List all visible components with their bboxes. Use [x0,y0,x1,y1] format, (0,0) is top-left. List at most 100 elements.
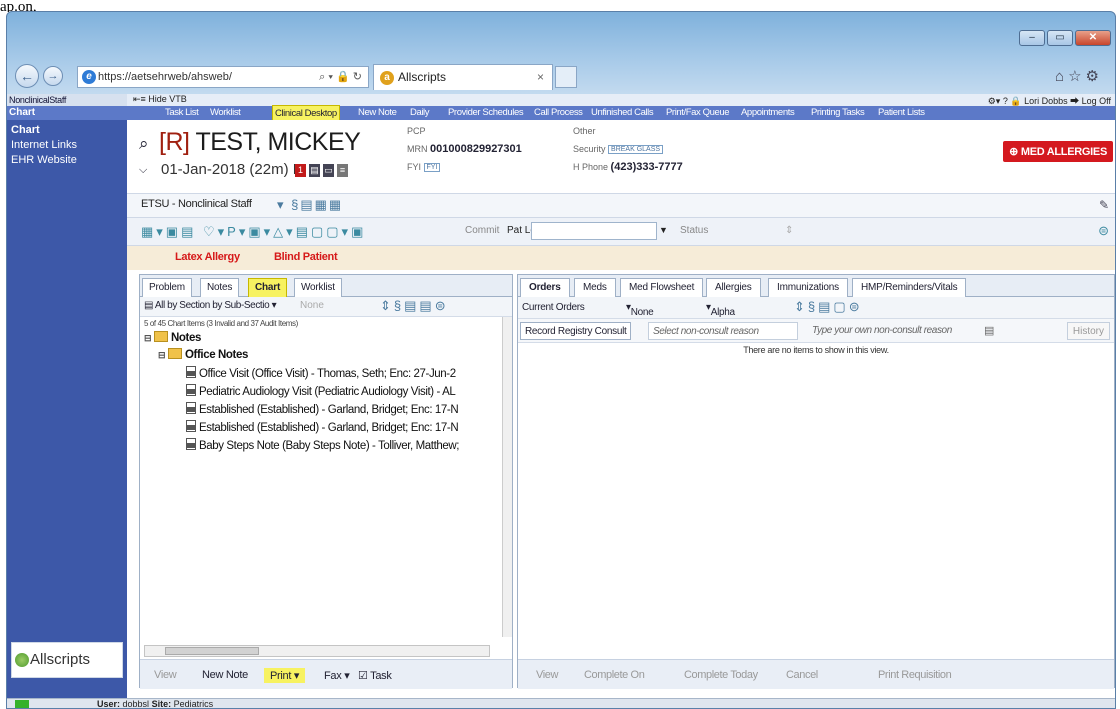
orders-filter-icons[interactable]: ⇕§▤▢⊜ [794,299,863,315]
sort-select[interactable]: ▾ Alpha [706,302,735,318]
chart-filter-icons[interactable]: ⇕§▤▤⊜ [380,298,449,314]
complete-on-button[interactable]: Complete On [584,669,645,681]
list-item[interactable]: Pediatric Audiology Visit (Pediatric Aud… [186,384,456,398]
list-item[interactable]: Baby Steps Note (Baby Steps Note) - Toll… [186,438,459,452]
view-select[interactable]: ▤ All by Section by Sub-Sectio ▾ [144,300,277,311]
tab-meds[interactable]: Meds [574,278,616,297]
restore-button[interactable]: ▭ [1047,30,1073,46]
menu-patient-lists[interactable]: Patient Lists [878,107,925,118]
address-bar[interactable]: e https://aetsehrweb/ahsweb/ ⌕ ▾ 🔒 ↻ [77,66,369,88]
menu-task-list[interactable]: Task List [165,107,199,118]
restricted-badge-icon[interactable]: 1 [295,164,306,177]
non-consult-reason-select[interactable]: Select non-consult reason [648,322,798,340]
orders-select[interactable]: Current Orders [522,302,585,313]
log-off-icon[interactable]: ⮕ [1070,96,1079,106]
security-box[interactable]: BREAK GLASS [608,145,664,155]
tab-problem[interactable]: Problem [142,278,192,297]
commit-button[interactable]: Commit [465,225,499,236]
back-button[interactable]: ← [15,64,39,88]
list-item[interactable]: Established (Established) - Garland, Bri… [186,420,459,434]
menu-clinical-desktop[interactable]: Clinical Desktop [272,105,340,121]
history-button[interactable]: History [1066,322,1110,340]
new-tab-button[interactable] [555,66,577,88]
org-select[interactable]: ETSU - Nonclinical Staff [141,198,252,210]
task-button[interactable]: ☑ Task [358,669,392,682]
print-button[interactable]: Print ▾ [264,668,306,683]
complete-today-button[interactable]: Complete Today [684,669,758,681]
none-select[interactable]: ▾ None [626,302,654,318]
printer-icon[interactable]: ▭ [323,164,334,177]
hide-vtb-button[interactable]: ⇤≡ Hide VTB [133,94,187,105]
view-button[interactable]: View [154,669,177,681]
fax-button[interactable]: Fax ▾ [324,669,350,682]
menu-daily[interactable]: Daily [410,107,430,118]
collapse-icon[interactable]: ⊟ [144,333,154,344]
med-allergies-button[interactable]: ⊕ MED ALLERGIES [1003,141,1113,162]
menu-provider-schedules[interactable]: Provider Schedules [448,107,524,118]
search-icon[interactable]: ⌕ [139,134,149,154]
sidebar-item-ehr-website[interactable]: EHR Website [11,154,77,166]
vertical-scrollbar[interactable] [502,317,512,637]
tab-immunizations[interactable]: Immunizations [768,278,848,297]
action-icon-strip[interactable]: ▦▾▣▤ ♡▾P▾▣▾△▾▤▢▢▾▣ [141,224,366,240]
status-label: Status [680,225,709,236]
gear-icon[interactable]: ⚙▾ [988,96,1001,106]
sidebar-item-internet-links[interactable]: Internet Links [11,139,77,151]
address-tools-icons[interactable]: ⌕ ▾ 🔒 ↻ [319,70,362,84]
folder-icon [154,331,168,342]
tab-med-flowsheet[interactable]: Med Flowsheet [620,278,704,297]
status-dropdown-icon[interactable]: ⇕ [785,225,793,236]
orders-filter-row: Current Orders ▾ None ▾ Alpha ⇕§▤▢⊜ [518,297,1114,319]
tab-notes[interactable]: Notes [200,278,240,297]
record-registry-consult-button[interactable]: Record Registry Consult [520,322,632,340]
tab-chart[interactable]: Chart [248,278,288,297]
tab-worklist[interactable]: Worklist [294,278,342,297]
print-requisition-button[interactable]: Print Requisition [878,669,952,681]
pat-loc-input[interactable] [531,222,657,240]
cancel-button[interactable]: Cancel [786,669,818,681]
patient-name[interactable]: [R] TEST, MICKEY [159,128,361,157]
minimize-button[interactable]: – [1019,30,1045,46]
collapse-icon[interactable]: ⊟ [158,350,168,361]
scrollbar-thumb[interactable] [165,647,259,655]
browser-home-star-gear-icons[interactable]: ⌂☆⚙ [1055,67,1103,85]
menu-worklist[interactable]: Worklist [210,107,241,118]
forward-button[interactable]: → [43,66,63,86]
browser-tab[interactable]: a Allscripts × [373,64,553,90]
org-toolbar-icons[interactable]: ▾ §▤▦▦ [277,197,343,213]
lock-icon[interactable]: ≡ [337,164,348,177]
list-item[interactable]: Established (Established) - Garland, Bri… [186,402,459,416]
card-icon[interactable]: ▤ [309,164,320,177]
options-icon[interactable]: ⊜ [1098,223,1109,239]
horizontal-scrollbar[interactable] [144,645,490,657]
custom-reason-input[interactable]: Type your own non-consult reason [808,322,978,340]
pat-loc-dropdown-icon[interactable]: ▼ [659,225,668,235]
view-button[interactable]: View [536,669,558,681]
log-off-link[interactable]: Log Off [1082,96,1111,106]
window-controls: – ▭ ✕ [1019,30,1111,46]
tab-hmp-reminders-vitals[interactable]: HMP/Reminders/Vitals [852,278,967,297]
chevron-down-icon[interactable]: ⌵ [139,164,147,177]
list-item[interactable]: Office Visit (Office Visit) - Thomas, Se… [186,366,456,380]
fyi-box[interactable]: FYI [423,163,441,173]
close-window-button[interactable]: ✕ [1075,30,1111,46]
allscripts-tab-icon: a [380,71,394,85]
tree-node-notes[interactable]: ⊟ Notes [144,331,201,344]
menu-print-fax-queue[interactable]: Print/Fax Queue [666,107,730,118]
menu-printing-tasks[interactable]: Printing Tasks [811,107,865,118]
menu-unfinished-calls[interactable]: Unfinished Calls [591,107,654,118]
sidebar-item-chart[interactable]: Chart [11,124,40,136]
tree-node-office-notes[interactable]: ⊟ Office Notes [158,348,248,361]
tab-close-icon[interactable]: × [537,70,544,84]
new-note-button[interactable]: New Note [202,669,248,681]
menu-call-process[interactable]: Call Process [534,107,583,118]
menu-new-note[interactable]: New Note [358,107,397,118]
menu-appointments[interactable]: Appointments [741,107,795,118]
reason-icon[interactable]: ▤ [984,324,994,337]
tab-allergies[interactable]: Allergies [706,278,761,297]
tab-orders[interactable]: Orders [520,278,570,297]
edit-icon[interactable]: ✎ [1099,198,1109,212]
none-select[interactable]: None [300,300,324,311]
lock-icon[interactable]: 🔒 [1010,96,1021,106]
checkbox-icon[interactable]: ☑ [358,670,368,682]
